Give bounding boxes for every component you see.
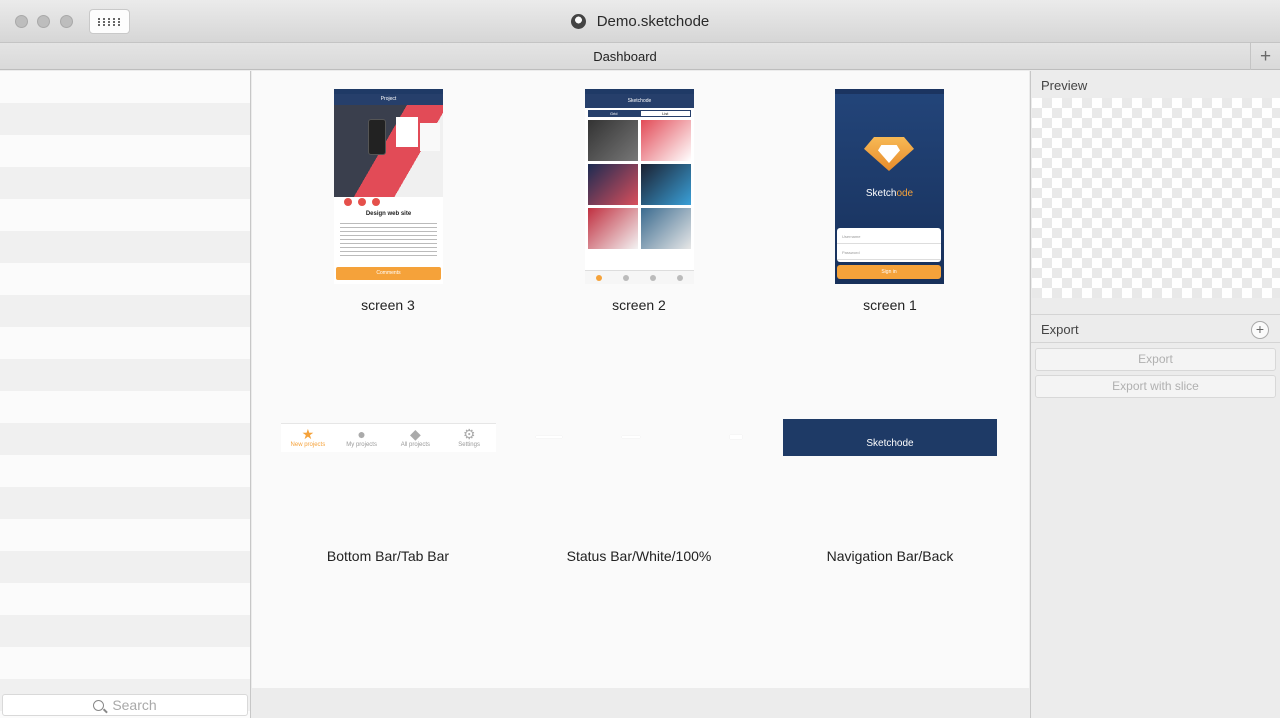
canvas-footer (252, 688, 1029, 718)
export-button[interactable]: Export (1035, 348, 1276, 371)
segment-grid: Grid (588, 110, 640, 117)
tab-bar: Dashboard + (0, 43, 1280, 70)
preview-area (1032, 98, 1280, 298)
layers-sidebar: Search (0, 71, 251, 718)
grid-view-button[interactable] (89, 9, 130, 34)
artboard-label[interactable]: Bottom Bar/Tab Bar (268, 548, 508, 564)
export-heading: Export (1041, 322, 1079, 337)
artboard-thumbnail-tab-bar[interactable]: ★ New projects ● My projects ◆ All projects… (281, 423, 496, 452)
user-icon: ● (357, 426, 366, 442)
artboard-label[interactable]: screen 3 (268, 297, 508, 313)
diamond-icon: ◆ (409, 426, 421, 442)
thumbnail-button: Comments (336, 267, 441, 280)
password-field: Password (837, 244, 941, 260)
artboard-thumbnail-status-bar[interactable] (534, 433, 744, 441)
diamond-logo-icon (864, 137, 914, 171)
thumbnail-sign-in-button: Sign in (837, 265, 941, 279)
artboard-thumbnail-screen-2[interactable]: Sketchode Grid List (585, 89, 694, 284)
nav-title: Sketchode (585, 94, 694, 108)
sidebar-search[interactable]: Search (2, 694, 248, 716)
thumbnail-heading: Design web site (365, 211, 412, 217)
search-icon (93, 699, 105, 711)
plus-icon: + (1259, 45, 1272, 67)
navbar-title: Sketchode (866, 438, 914, 449)
artboard-thumbnail-screen-3[interactable]: Project Design web site Comments (334, 89, 443, 284)
grid-icon (98, 17, 121, 26)
artboard-label[interactable]: Navigation Bar/Back (770, 548, 1010, 564)
segment-list: List (639, 110, 691, 117)
window-title: Demo.sketchode (0, 0, 1280, 43)
nav-title: Project (334, 94, 443, 105)
artboard-canvas: Project Design web site Comments screen … (252, 71, 1029, 718)
title-bar: Demo.sketchode (0, 0, 1280, 43)
hero-image (334, 105, 443, 197)
gear-icon: ⚙ (462, 426, 476, 442)
inspector-panel: Preview Export + Export Export with slic… (1030, 71, 1280, 718)
artboard-label[interactable]: screen 2 (519, 297, 759, 313)
document-icon (570, 14, 586, 29)
plus-icon: + (1255, 321, 1265, 337)
artboard-label[interactable]: Status Bar/White/100% (519, 548, 759, 564)
username-field: Username (837, 228, 941, 244)
search-placeholder: Search (112, 697, 157, 713)
add-tab-button[interactable]: + (1250, 43, 1280, 70)
tab-dashboard[interactable]: Dashboard (0, 43, 1250, 70)
artboard-label[interactable]: screen 1 (770, 297, 1010, 313)
brand-name: Sketchode (865, 188, 914, 199)
preview-heading: Preview (1041, 78, 1088, 93)
window-title-text: Demo.sketchode (596, 13, 710, 30)
export-with-slice-button[interactable]: Export with slice (1035, 375, 1276, 398)
star-icon: ★ (301, 426, 315, 442)
add-export-button[interactable]: + (1251, 321, 1269, 339)
artboard-thumbnail-navigation-bar[interactable]: Sketchode (783, 419, 997, 456)
artboard-thumbnail-screen-1[interactable]: Sketchode Username Password Sign in (835, 89, 944, 284)
